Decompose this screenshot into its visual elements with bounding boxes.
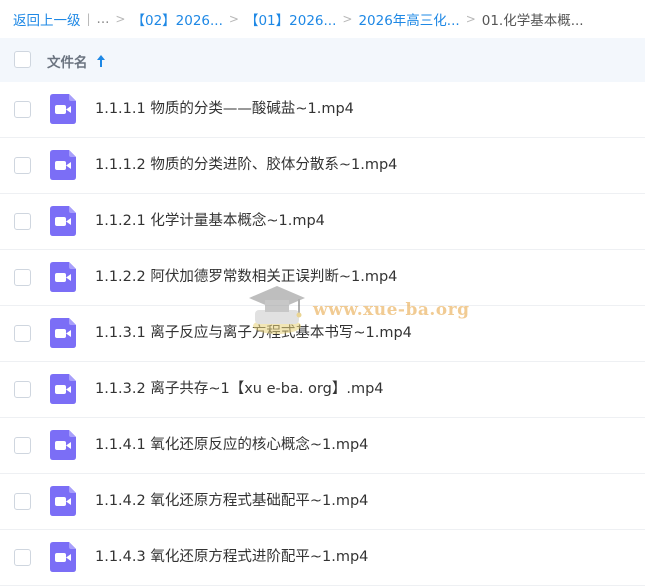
breadcrumb-item[interactable]: 【01】2026... <box>245 9 336 29</box>
breadcrumb: 返回上一级 | ... > 【02】2026... > 【01】2026... … <box>0 0 645 38</box>
video-file-icon[interactable] <box>50 262 76 292</box>
back-link[interactable]: 返回上一级 <box>13 9 81 29</box>
sort-ascending-icon <box>96 55 105 67</box>
file-name[interactable]: 1.1.2.1 化学计量基本概念~1.mp4 <box>95 194 325 249</box>
file-list: 1.1.1.1 物质的分类——酸碱盐~1.mp4 1.1.1.2 物质的分类进阶、… <box>0 82 645 586</box>
file-row[interactable]: 1.1.4.2 氧化还原方程式基础配平~1.mp4 <box>0 474 645 530</box>
file-row[interactable]: 1.1.2.1 化学计量基本概念~1.mp4 <box>0 194 645 250</box>
file-row[interactable]: 1.1.1.2 物质的分类进阶、胶体分散系~1.mp4 <box>0 138 645 194</box>
file-name[interactable]: 1.1.3.1 离子反应与离子方程式基本书写~1.mp4 <box>95 306 412 361</box>
breadcrumb-separator: > <box>465 12 476 26</box>
file-row[interactable]: 1.1.2.2 阿伏加德罗常数相关正误判断~1.mp4 <box>0 250 645 306</box>
breadcrumb-separator: > <box>115 12 126 26</box>
file-row[interactable]: 1.1.4.3 氧化还原方程式进阶配平~1.mp4 <box>0 530 645 586</box>
video-file-icon[interactable] <box>50 486 76 516</box>
breadcrumb-item[interactable]: 2026年高三化... <box>358 9 459 29</box>
breadcrumb-current: 01.化学基本概... <box>481 13 584 29</box>
breadcrumb-divider: | <box>86 12 91 26</box>
file-name[interactable]: 1.1.1.1 物质的分类——酸碱盐~1.mp4 <box>95 82 354 137</box>
file-name[interactable]: 1.1.4.3 氧化还原方程式进阶配平~1.mp4 <box>95 530 368 585</box>
file-row[interactable]: 1.1.1.1 物质的分类——酸碱盐~1.mp4 <box>0 82 645 138</box>
file-checkbox[interactable] <box>14 549 31 566</box>
video-file-icon[interactable] <box>50 318 76 348</box>
video-file-icon[interactable] <box>50 150 76 180</box>
file-checkbox[interactable] <box>14 437 31 454</box>
file-name[interactable]: 1.1.1.2 物质的分类进阶、胶体分散系~1.mp4 <box>95 138 397 193</box>
list-header: 文件名 <box>0 38 645 82</box>
breadcrumb-ellipsis[interactable]: ... <box>97 11 110 27</box>
file-checkbox[interactable] <box>14 213 31 230</box>
file-name[interactable]: 1.1.4.1 氧化还原反应的核心概念~1.mp4 <box>95 418 368 473</box>
file-browser: 返回上一级 | ... > 【02】2026... > 【01】2026... … <box>0 0 645 587</box>
breadcrumb-separator: > <box>228 12 239 26</box>
video-file-icon[interactable] <box>50 374 76 404</box>
file-checkbox[interactable] <box>14 325 31 342</box>
file-checkbox[interactable] <box>14 269 31 286</box>
filename-column-header[interactable]: 文件名 <box>47 51 106 71</box>
file-name[interactable]: 1.1.4.2 氧化还原方程式基础配平~1.mp4 <box>95 474 368 529</box>
file-row[interactable]: 1.1.3.2 离子共存~1【xu e-ba. org】.mp4 <box>0 362 645 418</box>
file-name[interactable]: 1.1.2.2 阿伏加德罗常数相关正误判断~1.mp4 <box>95 250 397 305</box>
file-checkbox[interactable] <box>14 157 31 174</box>
file-row[interactable]: 1.1.3.1 离子反应与离子方程式基本书写~1.mp4 <box>0 306 645 362</box>
video-file-icon[interactable] <box>50 94 76 124</box>
video-file-icon[interactable] <box>50 430 76 460</box>
file-checkbox[interactable] <box>14 493 31 510</box>
video-file-icon[interactable] <box>50 542 76 572</box>
file-row[interactable]: 1.1.4.1 氧化还原反应的核心概念~1.mp4 <box>0 418 645 474</box>
breadcrumb-item[interactable]: 【02】2026... <box>131 9 222 29</box>
video-file-icon[interactable] <box>50 206 76 236</box>
breadcrumb-separator: > <box>342 12 353 26</box>
filename-column-label: 文件名 <box>47 55 88 71</box>
file-name[interactable]: 1.1.3.2 离子共存~1【xu e-ba. org】.mp4 <box>95 362 384 417</box>
file-checkbox[interactable] <box>14 381 31 398</box>
select-all-checkbox[interactable] <box>14 51 31 68</box>
file-checkbox[interactable] <box>14 101 31 118</box>
